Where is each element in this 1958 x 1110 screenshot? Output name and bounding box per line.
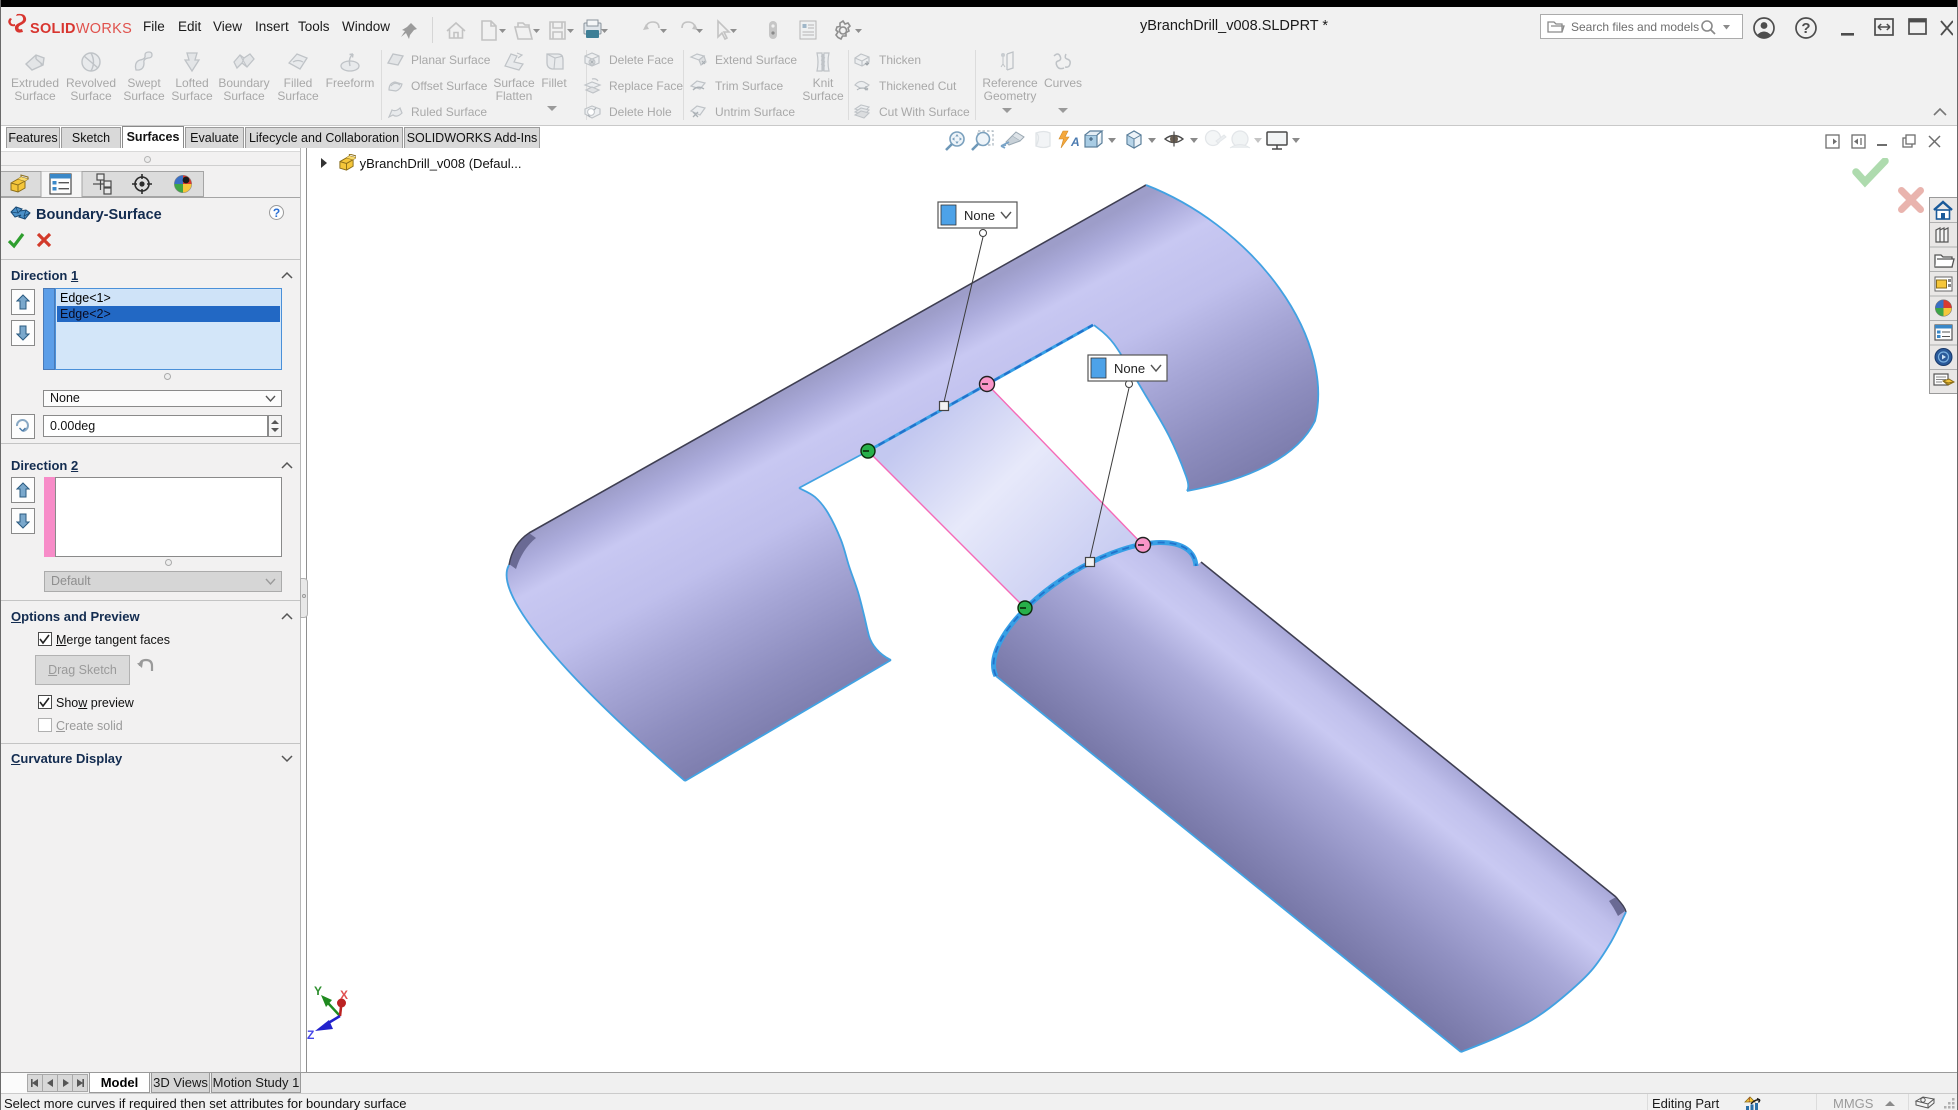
svg-text:!: !	[1748, 1098, 1750, 1104]
svg-text:None: None	[1114, 361, 1145, 376]
svg-text:Z: Z	[307, 1028, 314, 1042]
svg-text:Y: Y	[314, 984, 322, 998]
svg-text:None: None	[964, 208, 995, 223]
svg-text:?: ?	[1801, 20, 1810, 37]
svg-text:A: A	[1070, 135, 1080, 149]
svg-text:X: X	[340, 988, 348, 1002]
